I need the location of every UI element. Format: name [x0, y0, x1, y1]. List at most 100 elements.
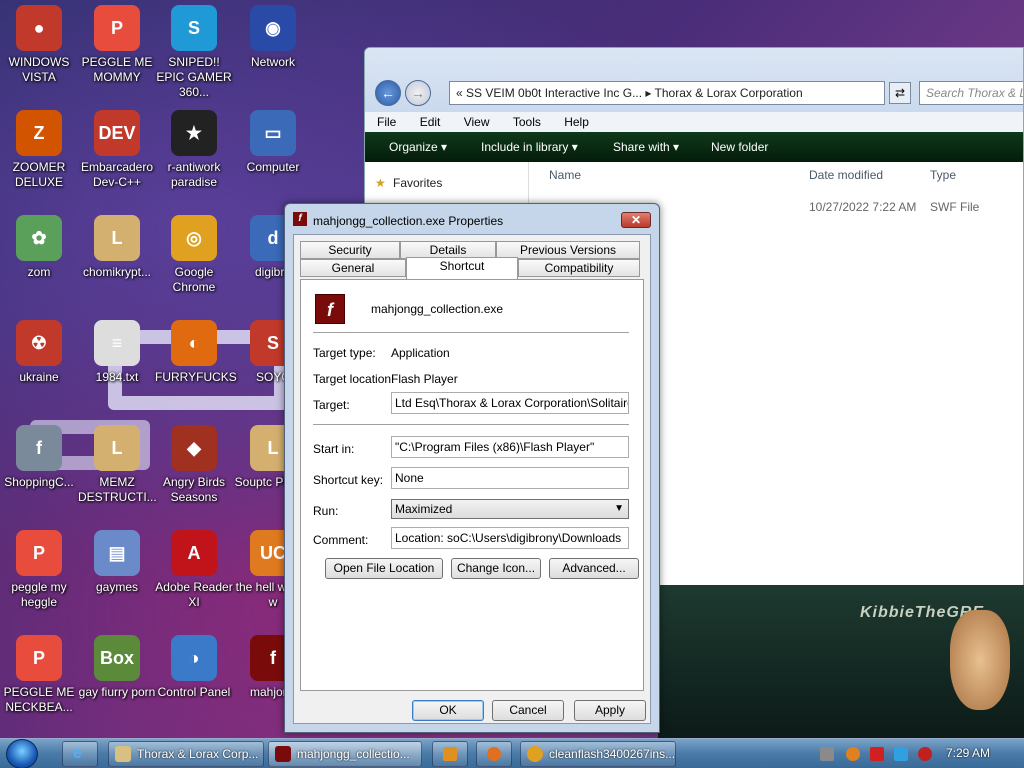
- desktop-icon-label: Computer: [246, 160, 300, 174]
- desktop-icon-label: chomikrypt...: [82, 265, 151, 279]
- desktop-icon[interactable]: S SNIPED!! EPIC GAMER 360...: [155, 5, 233, 100]
- menu-tools[interactable]: Tools: [505, 112, 549, 132]
- ok-button[interactable]: OK: [412, 700, 484, 721]
- column-date-modified[interactable]: Date modified: [809, 168, 883, 182]
- desktop-icon[interactable]: ● WINDOWS VISTA: [0, 5, 78, 85]
- column-name[interactable]: Name: [549, 168, 581, 182]
- divider: [313, 424, 629, 425]
- desktop-icon[interactable]: ▭ Computer: [234, 110, 312, 175]
- desktop-icon-label: SNIPED!! EPIC GAMER 360...: [156, 55, 232, 99]
- desktop-icon-label: ShoppingC...: [4, 475, 74, 489]
- favorites-item[interactable]: Favorites: [393, 176, 442, 190]
- desktop-icon[interactable]: ▤ gaymes: [78, 530, 156, 595]
- desktop-icon[interactable]: ◉ Network: [234, 5, 312, 70]
- shortcut-key-field[interactable]: None: [391, 467, 629, 489]
- desktop-icon-label: Control Panel: [157, 685, 231, 699]
- refresh-icon[interactable]: ⇄: [889, 82, 911, 104]
- menu-edit[interactable]: Edit: [412, 112, 449, 132]
- organize-button[interactable]: Organize ▾: [389, 140, 447, 154]
- app-icon: S: [171, 5, 217, 51]
- desktop-icon[interactable]: P PEGGLE ME MOMMY: [78, 5, 156, 85]
- command-bar: Organize ▾ Include in library ▾ Share wi…: [365, 132, 1023, 162]
- advanced-button[interactable]: Advanced...: [549, 558, 639, 579]
- file-type: SWF File: [930, 200, 980, 214]
- app-icon: ◆: [171, 425, 217, 471]
- tab-security[interactable]: Security: [300, 241, 400, 259]
- cancel-button[interactable]: Cancel: [492, 700, 564, 721]
- run-select[interactable]: Maximized ▼: [391, 499, 629, 519]
- desktop-icon-label: Embarcadero Dev-C++: [80, 160, 154, 189]
- menu-view[interactable]: View: [456, 112, 498, 132]
- include-in-library-button[interactable]: Include in library ▾: [481, 140, 578, 154]
- tray-icon[interactable]: [820, 747, 834, 761]
- desktop-icon[interactable]: P PEGGLE ME NECKBEA...: [0, 635, 78, 715]
- tab-compatibility[interactable]: Compatibility: [518, 259, 640, 277]
- close-button[interactable]: ✕: [621, 212, 651, 228]
- change-icon-button[interactable]: Change Icon...: [451, 558, 541, 579]
- column-type[interactable]: Type: [930, 168, 956, 182]
- app-icon: f: [16, 425, 62, 471]
- uc-browser-icon[interactable]: [476, 741, 512, 767]
- ie-icon[interactable]: e: [62, 741, 98, 767]
- new-folder-button[interactable]: New folder: [711, 140, 768, 154]
- desktop-icon[interactable]: ☢ ukraine: [0, 320, 78, 385]
- app-icon: ◐: [171, 320, 217, 366]
- menu-file[interactable]: File: [369, 112, 404, 132]
- taskbar-item-label: Thorax & Lorax Corp...: [137, 747, 259, 761]
- desktop-icon[interactable]: ◑ Control Panel: [155, 635, 233, 700]
- desktop-icon[interactable]: ≡ 1984.txt: [78, 320, 156, 385]
- tab-general[interactable]: General: [300, 259, 406, 277]
- media-player-icon[interactable]: [432, 741, 468, 767]
- file-date: 10/27/2022 7:22 AM: [809, 200, 917, 214]
- taskbar-item-chrome[interactable]: cleanflash3400267ins...: [520, 741, 676, 767]
- desktop-icon[interactable]: ★ r-antiwork paradise: [155, 110, 233, 190]
- comment-field[interactable]: Location: soC:\Users\digibrony\Downloads: [391, 527, 629, 549]
- taskbar-item-properties[interactable]: mahjongg_collectio...: [268, 741, 422, 767]
- desktop-icon[interactable]: Box gay fiurry porn: [78, 635, 156, 700]
- app-icon: A: [171, 530, 217, 576]
- app-icon: DEV: [94, 110, 140, 156]
- menu-help[interactable]: Help: [556, 112, 597, 132]
- desktop-icon[interactable]: f ShoppingC...: [0, 425, 78, 490]
- forward-button[interactable]: →: [405, 80, 431, 106]
- taskbar-item-explorer[interactable]: Thorax & Lorax Corp...: [108, 741, 264, 767]
- tab-shortcut[interactable]: Shortcut: [406, 257, 518, 279]
- desktop-icon[interactable]: Ppeggle my heggle: [0, 530, 78, 610]
- back-button[interactable]: ←: [375, 80, 401, 106]
- flag-icon[interactable]: [870, 747, 884, 761]
- flash-icon: f: [293, 212, 307, 226]
- tray-icon[interactable]: [894, 747, 908, 761]
- tray-icon[interactable]: [846, 747, 860, 761]
- app-icon: L: [94, 425, 140, 471]
- apply-button[interactable]: Apply: [574, 700, 646, 721]
- menu-bar: File Edit View Tools Help: [365, 112, 1023, 132]
- comment-label: Comment:: [313, 533, 369, 547]
- start-button[interactable]: [6, 739, 38, 768]
- app-icon: ≡: [94, 320, 140, 366]
- volume-icon[interactable]: [918, 747, 932, 761]
- desktop-icon[interactable]: ◎ Google Chrome: [155, 215, 233, 295]
- address-bar[interactable]: « SS VEIM 0b0t Interactive Inc G... ▸ Th…: [449, 81, 885, 105]
- desktop-icon[interactable]: ◆ Angry Birds Seasons: [155, 425, 233, 505]
- target-label: Target:: [313, 398, 350, 412]
- desktop-icon[interactable]: ✿ zom: [0, 215, 78, 280]
- clock[interactable]: 7:29 AM: [946, 746, 990, 760]
- desktop-icon[interactable]: DEV Embarcadero Dev-C++: [78, 110, 156, 190]
- desktop-icon[interactable]: ◐ FURRYFUCKS: [155, 320, 237, 385]
- desktop-icon[interactable]: Z ZOOMER DELUXE: [0, 110, 78, 190]
- open-file-location-button[interactable]: Open File Location: [325, 558, 443, 579]
- desktop-icon-label: ukraine: [19, 370, 59, 384]
- search-input[interactable]: Search Thorax & Lorax: [919, 81, 1023, 105]
- share-with-button[interactable]: Share with ▾: [613, 140, 679, 154]
- start-in-label: Start in:: [313, 442, 355, 456]
- dialog-title: mahjongg_collection.exe Properties: [313, 214, 504, 228]
- target-field[interactable]: Ltd Esq\Thorax & Lorax Corporation\Solit…: [391, 392, 629, 414]
- app-icon: ◎: [171, 215, 217, 261]
- desktop-icon[interactable]: L MEMZ DESTRUCTI...: [78, 425, 157, 505]
- desktop-icon[interactable]: Lchomikrypt...: [78, 215, 156, 280]
- target-type-label: Target type:: [313, 346, 376, 360]
- start-in-field[interactable]: "C:\Program Files (x86)\Flash Player": [391, 436, 629, 458]
- app-icon: Box: [94, 635, 140, 681]
- run-value: Maximized: [395, 502, 453, 516]
- desktop-icon[interactable]: A Adobe Reader XI: [155, 530, 233, 610]
